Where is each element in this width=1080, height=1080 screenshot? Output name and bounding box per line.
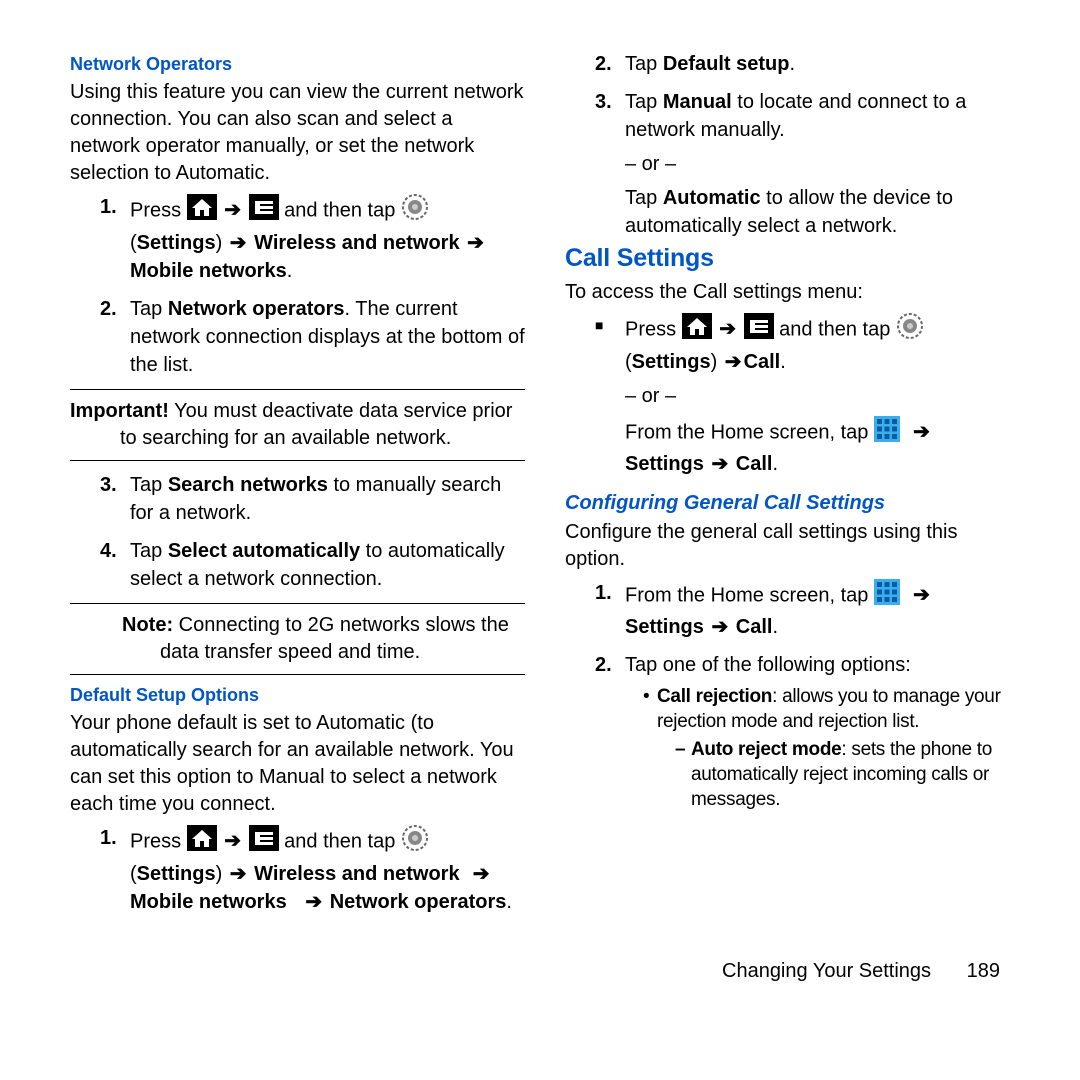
gear-icon [896,312,924,348]
step-3: Tap Search networks to manually search f… [100,471,525,527]
sub-call-rejection: Call rejection: allows you to manage you… [643,685,1020,812]
important-note: Important! You must deactivate data serv… [70,389,525,461]
cstep2-sub: Call rejection: allows you to manage you… [625,685,1020,812]
step-1: Press ➔ and then tap (Settings) ➔ Wirele… [100,193,525,285]
gear-icon [401,193,429,229]
call-bullet: Press ➔ and then tap (Settings) ➔Call. –… [565,312,1020,478]
home-icon [682,313,712,347]
dstep-3: Tap Manual to locate and connect to a ne… [595,88,1020,240]
menu-icon [249,194,279,228]
menu-icon [744,313,774,347]
apps-icon [874,416,900,450]
conf-text: Configure the general call settings usin… [565,519,1020,573]
step-2: Tap Network operators. The current netwo… [100,295,525,379]
footer-section: Changing Your Settings [722,960,931,982]
note-2g: Note: Connecting to 2G networks slows th… [70,603,525,675]
dash-list: Auto reject mode: sets the phone to auto… [657,738,1020,812]
call-intro: To access the Call settings menu: [565,279,1020,306]
arrow-icon: ➔ [224,196,241,224]
step-4: Tap Select automatically to automaticall… [100,537,525,593]
conf-steps: From the Home screen, tap ➔ Settings ➔ C… [565,579,1020,812]
call-bullet-item: Press ➔ and then tap (Settings) ➔Call. –… [595,312,1020,478]
network-steps-1: Press ➔ and then tap (Settings) ➔ Wirele… [70,193,525,379]
page-content: Network Operators Using this feature you… [0,0,1080,960]
heading-network-operators: Network Operators [70,54,525,75]
dash-auto-reject: Auto reject mode: sets the phone to auto… [675,738,1020,812]
heading-call-settings: Call Settings [565,244,1020,273]
footer-page: 189 [967,960,1000,982]
network-steps-2: Tap Search networks to manually search f… [70,471,525,593]
dstep-1: Press ➔ and then tap (Settings) ➔ Wirele… [100,824,525,916]
apps-icon [874,579,900,613]
menu-icon [249,825,279,859]
page-footer: Changing Your Settings 189 [0,960,1080,983]
home-icon [187,194,217,228]
heading-configuring: Configuring General Call Settings [565,492,1020,515]
network-operators-intro: Using this feature you can view the curr… [70,79,525,187]
gear-icon [401,824,429,860]
dstep-2: Tap Default setup. [595,50,1020,78]
default-setup-text: Your phone default is set to Automatic (… [70,710,525,818]
home-icon [187,825,217,859]
cstep-2: Tap one of the following options: Call r… [595,651,1020,812]
heading-default-setup: Default Setup Options [70,685,525,706]
cstep-1: From the Home screen, tap ➔ Settings ➔ C… [595,579,1020,641]
